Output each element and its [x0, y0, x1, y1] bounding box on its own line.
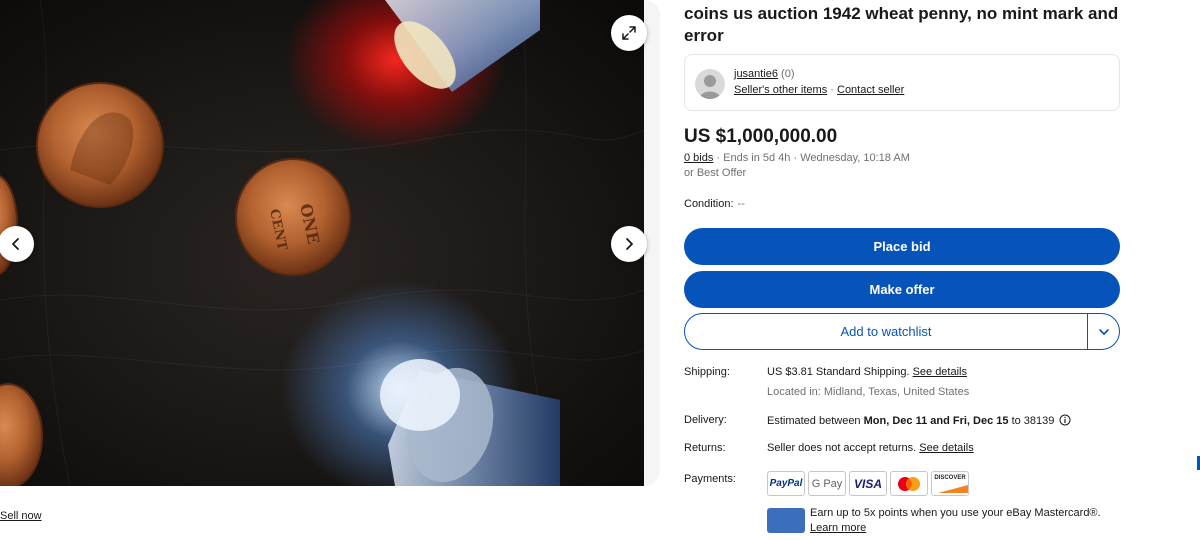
payments-label: Payments:	[684, 473, 736, 485]
mastercard-icon	[898, 476, 920, 491]
returns-value: Seller does not accept returns. See deta…	[767, 442, 974, 454]
blue-light-tube	[380, 359, 560, 486]
promo-message: Earn up to 5x points when you use your e…	[810, 507, 1101, 519]
expand-image-button[interactable]	[611, 15, 647, 51]
condition-row: Condition: --	[684, 198, 745, 210]
best-offer-note: or Best Offer	[684, 167, 747, 179]
next-image-button[interactable]	[611, 226, 647, 262]
contact-seller-link[interactable]: Contact seller	[837, 84, 904, 96]
shipping-label: Shipping:	[684, 366, 730, 378]
seller-name-row: jusantie6 (0)	[734, 68, 795, 80]
mastercard-promo: Earn up to 5x points when you use your e…	[810, 506, 1101, 536]
seller-links-separator: ·	[830, 84, 834, 96]
returns-label: Returns:	[684, 442, 726, 454]
seller-name-link[interactable]: jusantie6	[734, 68, 778, 80]
delivery-value: Estimated between Mon, Dec 11 and Fri, D…	[767, 414, 1071, 427]
google-pay-logo: G Pay	[808, 471, 846, 496]
learn-more-link[interactable]: Learn more	[810, 521, 1101, 536]
delivery-prefix: Estimated between	[767, 415, 864, 427]
red-light-tube	[385, 0, 540, 92]
penny-coin-partial	[0, 383, 43, 486]
price: US $1,000,000.00	[684, 126, 838, 147]
ebay-mastercard-card-icon	[767, 508, 805, 533]
shipping-details-link[interactable]: See details	[913, 366, 967, 378]
condition-label: Condition:	[684, 198, 734, 210]
avatar-icon	[699, 75, 721, 99]
discover-stripe-icon	[938, 485, 968, 493]
discover-logo: DISCOVER	[931, 471, 969, 496]
watchlist-dropdown-button[interactable]	[1087, 314, 1119, 349]
watchlist-control: Add to watchlist	[684, 313, 1120, 350]
paypal-logo: PayPal	[767, 471, 805, 496]
condition-value: --	[737, 198, 745, 210]
shipping-cost: US $3.81 Standard Shipping.	[767, 366, 910, 378]
chevron-right-icon	[626, 238, 633, 250]
expand-icon	[622, 26, 636, 40]
seller-links: Seller's other items · Contact seller	[734, 84, 904, 96]
returns-details-link[interactable]: See details	[919, 442, 973, 454]
add-to-watchlist-button[interactable]: Add to watchlist	[685, 314, 1087, 349]
shipping-value: US $3.81 Standard Shipping. See details	[767, 366, 967, 378]
delivery-dates: Mon, Dec 11 and Fri, Dec 15	[863, 415, 1009, 427]
seller-other-items-link[interactable]: Seller's other items	[734, 84, 827, 96]
make-offer-button[interactable]: Make offer	[684, 271, 1120, 308]
auction-end-time: · Ends in 5d 4h · Wednesday, 10:18 AM	[716, 152, 910, 164]
bid-info: 0 bids · Ends in 5d 4h · Wednesday, 10:1…	[684, 152, 910, 164]
coin-photo-illustration: ONE CENT	[0, 0, 644, 486]
chevron-down-icon	[1098, 328, 1109, 335]
bids-link[interactable]: 0 bids	[684, 152, 713, 164]
visa-logo: VISA	[849, 471, 887, 496]
delivery-zip: to 38139	[1008, 415, 1055, 427]
item-location: Located in: Midland, Texas, United State…	[767, 386, 970, 398]
penny-coin-reverse	[235, 158, 351, 276]
avatar[interactable]	[695, 69, 725, 99]
image-gallery: ONE CENT	[0, 0, 660, 486]
place-bid-button[interactable]: Place bid	[684, 228, 1120, 265]
listing-photo[interactable]: ONE CENT	[0, 0, 644, 486]
sell-now-link[interactable]: Sell now	[0, 510, 42, 522]
returns-policy: Seller does not accept returns.	[767, 442, 917, 454]
info-icon[interactable]	[1059, 414, 1071, 426]
listing-title: coins us auction 1942 wheat penny, no mi…	[684, 4, 1119, 45]
payment-methods: PayPal G Pay VISA DISCOVER	[767, 471, 969, 496]
chevron-left-icon	[12, 238, 19, 250]
seller-card: jusantie6 (0) Seller's other items · Cont…	[684, 54, 1120, 111]
mastercard-logo	[890, 471, 928, 496]
delivery-label: Delivery:	[684, 414, 727, 426]
seller-feedback-count: (0)	[781, 68, 795, 80]
